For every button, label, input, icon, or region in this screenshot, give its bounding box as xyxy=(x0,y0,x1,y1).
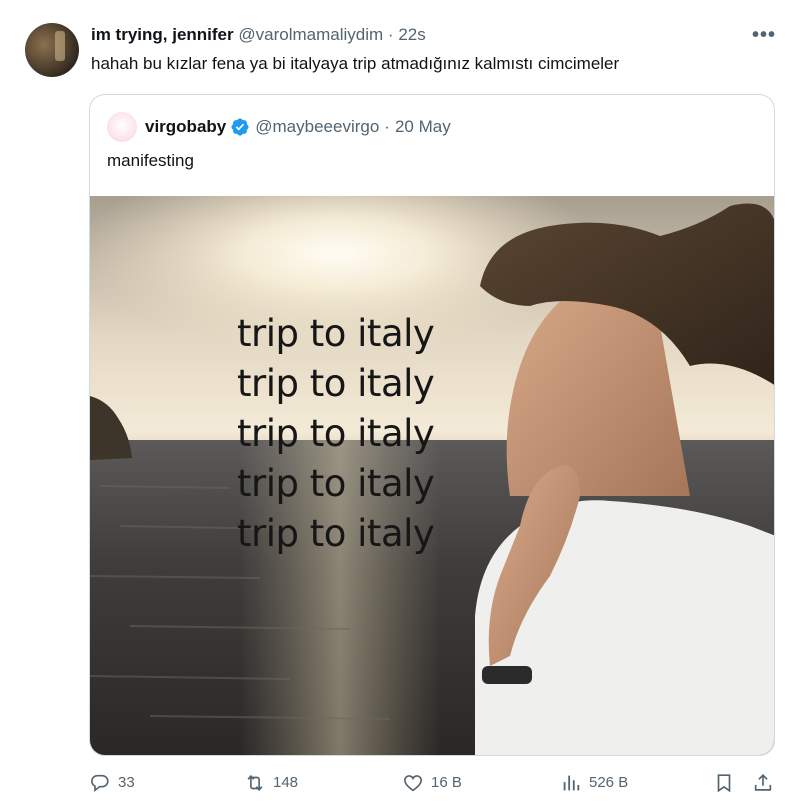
views-count: 526 B xyxy=(589,774,629,791)
repost-count: 148 xyxy=(273,774,299,791)
image-caption-line: trip to italy xyxy=(237,412,435,455)
tweet-header: im trying, jennifer @varolmamaliydim · 2… xyxy=(91,23,426,47)
views-button[interactable]: 526 B xyxy=(560,772,628,794)
more-icon[interactable]: ••• xyxy=(752,24,776,47)
image-caption-line: trip to italy xyxy=(237,312,435,355)
share-button[interactable] xyxy=(752,772,781,794)
quoted-tweet-header: virgobaby @maybeeevirgo · 20 May xyxy=(145,115,451,139)
author-handle[interactable]: @varolmamaliydim xyxy=(238,25,383,44)
tweet-time[interactable]: 22s xyxy=(398,25,425,44)
reply-icon xyxy=(91,774,109,793)
quoted-handle: @maybeeevirgo xyxy=(255,117,380,136)
image-caption-line: trip to italy xyxy=(237,462,435,505)
tweet-text: hahah bu kızlar fena ya bi italyaya trip… xyxy=(91,54,620,73)
quoted-separator: · xyxy=(384,117,390,136)
quoted-date: 20 May xyxy=(394,117,451,136)
heart-icon xyxy=(403,775,423,792)
share-icon xyxy=(754,774,772,791)
like-button[interactable]: 16 B xyxy=(402,772,462,794)
reply-count: 33 xyxy=(118,774,135,791)
image-caption-line: trip to italy xyxy=(237,512,435,555)
quoted-author-avatar xyxy=(107,112,137,142)
views-chart-icon xyxy=(563,775,580,791)
quoted-display-name: virgobaby xyxy=(145,117,227,136)
repost-icon xyxy=(247,774,263,792)
image-caption-line: trip to italy xyxy=(237,362,435,405)
bookmark-button[interactable] xyxy=(713,772,742,794)
reply-button[interactable]: 33 xyxy=(89,772,135,794)
quoted-tweet[interactable]: virgobaby @maybeeevirgo · 20 May manifes… xyxy=(89,94,775,756)
tweet[interactable]: im trying, jennifer @varolmamaliydim · 2… xyxy=(0,0,794,806)
tweet-actions: 33 148 16 B 526 B xyxy=(0,772,794,806)
author-display-name[interactable]: im trying, jennifer xyxy=(91,25,234,44)
repost-button[interactable]: 148 xyxy=(244,772,298,794)
image-caption-lines: trip to italy trip to italy trip to ital… xyxy=(237,309,487,559)
quoted-text: manifesting xyxy=(107,151,194,170)
like-count: 16 B xyxy=(431,774,462,791)
verified-badge-icon xyxy=(231,118,249,136)
quoted-media-image[interactable]: trip to italy trip to italy trip to ital… xyxy=(90,196,774,755)
header-separator: · xyxy=(387,25,394,44)
author-avatar[interactable] xyxy=(25,23,79,77)
bookmark-icon xyxy=(717,774,731,793)
